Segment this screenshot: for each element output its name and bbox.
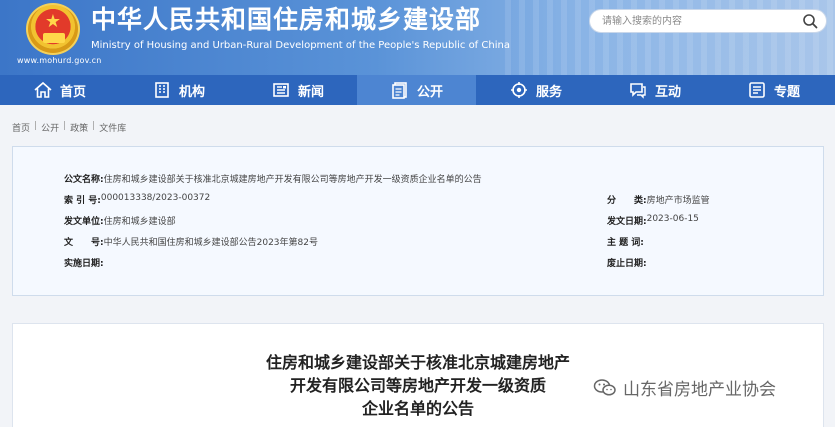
document-icon: [392, 82, 407, 99]
info-label: 废止日期:: [607, 259, 647, 269]
info-row-index: 索 引 号: 000013338/2023-00372: [64, 193, 210, 206]
nav-label: 新闻: [297, 84, 324, 100]
building-icon: [155, 82, 169, 98]
info-label: 索 引 号:: [64, 196, 101, 206]
info-label: 文 号:: [64, 238, 104, 248]
breadcrumb-separator: |: [63, 121, 67, 131]
nav-item-home[interactable]: 首页: [0, 75, 119, 105]
nav-label: 机构: [178, 84, 205, 100]
site-url: www.mohurd.gov.cn: [17, 56, 102, 65]
info-row-name: 公文名称: 住房和城乡建设部关于核准北京城建房地产开发有限公司等房地产开发一级资…: [64, 172, 482, 185]
search-input[interactable]: [602, 13, 797, 30]
info-row-date: 发文日期: 2023-06-15: [607, 214, 699, 227]
nav-item-service[interactable]: 服务: [476, 75, 595, 105]
search-icon[interactable]: [802, 13, 818, 29]
nav-item-news[interactable]: 新闻: [238, 75, 357, 105]
info-label: 发文单位:: [64, 217, 104, 227]
document-title-line: 企业名单的公告: [361, 399, 474, 418]
site-title-cn[interactable]: 中华人民共和国住房和城乡建设部: [91, 5, 481, 35]
nav-item-organization[interactable]: 机构: [119, 75, 238, 105]
nav-item-public[interactable]: 公开: [357, 75, 476, 105]
info-row-category: 分 类: 房地产市场监管: [607, 193, 710, 206]
nav-label: 专题: [773, 84, 800, 100]
nav-label: 服务: [535, 84, 562, 100]
breadcrumb-home[interactable]: 首页: [12, 121, 30, 134]
breadcrumb: 首页 | 公开 | 政策 | 文件库: [12, 121, 126, 134]
info-value: 住房和城乡建设部: [103, 217, 176, 227]
chat-icon: [630, 83, 646, 99]
watermark-text: 山东省房地产业协会: [623, 380, 776, 400]
wechat-watermark: 山东省房地产业协会: [593, 375, 776, 400]
breadcrumb-separator: |: [34, 121, 38, 131]
breadcrumb-library[interactable]: 文件库: [99, 121, 126, 134]
info-value: 住房和城乡建设部关于核准北京城建房地产开发有限公司等房地产开发一级资质企业名单的…: [103, 175, 482, 185]
document-title-line: 住房和城乡建设部关于核准北京城建房地产: [265, 353, 570, 372]
home-icon: [34, 81, 52, 98]
info-value: 中华人民共和国住房和城乡建设部公告2023年第82号: [103, 238, 318, 248]
nav-item-interaction[interactable]: 互动: [595, 75, 714, 105]
info-value: 房地产市场监管: [646, 196, 710, 206]
info-label: 发文日期:: [607, 217, 647, 227]
wechat-icon: [593, 378, 616, 396]
topic-icon: [749, 82, 765, 98]
info-label: 分 类:: [607, 196, 647, 206]
info-label: 主 题 词:: [607, 238, 644, 248]
info-row-subject: 主 题 词:: [607, 235, 644, 248]
info-row-issuer: 发文单位: 住房和城乡建设部: [64, 214, 176, 227]
nav-label: 首页: [59, 84, 86, 100]
nav-item-topic[interactable]: 专题: [714, 75, 833, 105]
newspaper-icon: [273, 83, 289, 97]
info-row-expiry: 废止日期:: [607, 256, 647, 269]
main-nav: 首页 机构 新闻 公开 服务 互动 专题: [0, 75, 835, 105]
info-label: 公文名称:: [64, 175, 104, 185]
breadcrumb-policy[interactable]: 政策: [70, 121, 88, 134]
nav-label: 互动: [654, 84, 681, 100]
info-value: 2023-06-15: [646, 214, 699, 224]
info-value: 000013338/2023-00372: [100, 193, 211, 203]
breadcrumb-public[interactable]: 公开: [41, 121, 59, 134]
info-label: 实施日期:: [64, 259, 104, 269]
breadcrumb-separator: |: [92, 121, 96, 131]
service-icon: [510, 82, 527, 98]
search-box: [589, 9, 827, 33]
site-header: ★ www.mohurd.gov.cn 中华人民共和国住房和城乡建设部 Mini…: [0, 0, 835, 75]
info-row-effective: 实施日期:: [64, 256, 104, 269]
national-emblem-icon[interactable]: ★: [26, 3, 80, 55]
site-title-en: Ministry of Housing and Urban-Rural Deve…: [91, 40, 510, 51]
nav-label: 公开: [416, 84, 443, 100]
info-row-docno: 文 号: 中华人民共和国住房和城乡建设部公告2023年第82号: [64, 235, 318, 248]
document-info-panel: 公文名称: 住房和城乡建设部关于核准北京城建房地产开发有限公司等房地产开发一级资…: [12, 146, 824, 296]
